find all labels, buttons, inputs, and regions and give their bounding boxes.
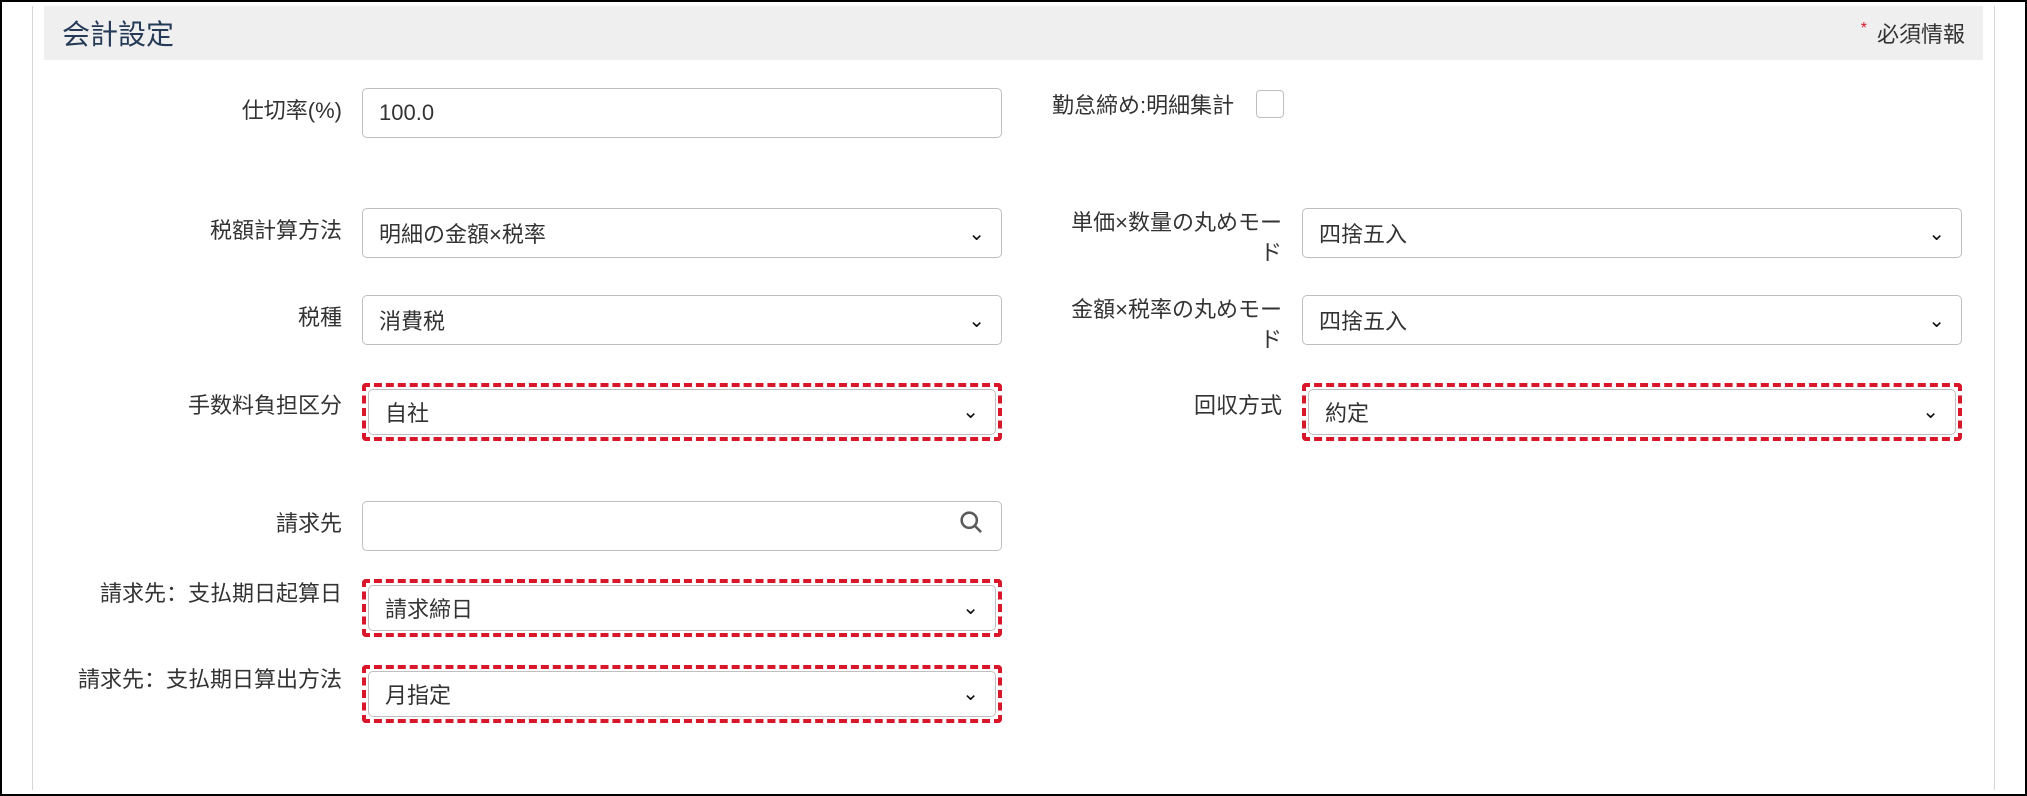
row-fee-collection: 手数料負担区分 自社 ⌄ 回収方式 xyxy=(62,383,1965,441)
label-fee-burden: 手数料負担区分 xyxy=(62,383,362,421)
fee-burden-value: 自社 xyxy=(385,396,429,428)
col-amount-round: 金額×税率の丸めモード 四捨五入 ⌄ xyxy=(1052,295,1965,354)
billing-search[interactable] xyxy=(362,501,1002,551)
required-label: 必須情報 xyxy=(1877,17,1965,49)
due-calc-select[interactable]: 月指定 ⌄ xyxy=(368,671,996,717)
col-fee: 手数料負担区分 自社 ⌄ xyxy=(62,383,1052,441)
highlight-fee-burden: 自社 ⌄ xyxy=(362,383,1002,441)
unit-round-select[interactable]: 四捨五入 ⌄ xyxy=(1302,208,1962,258)
amount-round-select[interactable]: 四捨五入 ⌄ xyxy=(1302,295,1962,345)
chevron-down-icon: ⌄ xyxy=(1928,221,1945,246)
collection-select[interactable]: 約定 ⌄ xyxy=(1308,389,1956,435)
highlight-due-start: 請求締日 ⌄ xyxy=(362,579,1002,637)
required-info: * 必須情報 xyxy=(1861,17,1965,49)
spacer xyxy=(62,441,1965,501)
col-collection: 回収方式 約定 ⌄ xyxy=(1052,383,1965,441)
due-start-value: 請求締日 xyxy=(385,592,473,624)
chevron-down-icon: ⌄ xyxy=(968,221,985,246)
row-billing: 請求先 xyxy=(62,501,1965,551)
control-attendance: 勤怠締め:明細集計 xyxy=(1052,88,1965,120)
col-due-calc: 請求先：支払期日算出方法 月指定 ⌄ xyxy=(62,665,1052,723)
control-commission-rate xyxy=(362,88,1002,138)
settings-panel: 会計設定 * 必須情報 仕切率(%) xyxy=(44,6,1983,723)
due-start-select[interactable]: 請求締日 ⌄ xyxy=(368,585,996,631)
row-tax-calc: 税額計算方法 明細の金額×税率 ⌄ 単価×数量の丸めモード 四捨五入 ⌄ xyxy=(62,208,1965,267)
tax-calc-value: 明細の金額×税率 xyxy=(379,217,546,249)
divider-left xyxy=(32,6,33,790)
section-title: 会計設定 xyxy=(62,13,174,53)
row-due-start: 請求先：支払期日起算日 請求締日 ⌄ xyxy=(62,579,1965,637)
label-collection: 回収方式 xyxy=(1052,383,1302,421)
label-attendance: 勤怠締め:明細集計 xyxy=(1052,88,1234,120)
control-amount-round: 四捨五入 ⌄ xyxy=(1302,295,1962,345)
label-amount-round: 金額×税率の丸めモード xyxy=(1052,295,1302,354)
control-unit-round: 四捨五入 ⌄ xyxy=(1302,208,1962,258)
col-tax-calc: 税額計算方法 明細の金額×税率 ⌄ xyxy=(62,208,1052,258)
label-due-start: 請求先：支払期日起算日 xyxy=(62,579,362,609)
col-commission: 仕切率(%) xyxy=(62,88,1052,138)
label-commission-rate: 仕切率(%) xyxy=(62,88,362,126)
chevron-down-icon: ⌄ xyxy=(962,399,979,424)
label-billing: 請求先 xyxy=(62,501,362,539)
control-collection: 約定 ⌄ xyxy=(1302,383,1962,441)
unit-round-value: 四捨五入 xyxy=(1319,217,1407,249)
chevron-down-icon: ⌄ xyxy=(1922,399,1939,424)
control-fee-burden: 自社 ⌄ xyxy=(362,383,1002,441)
label-tax-calc: 税額計算方法 xyxy=(62,208,362,246)
billing-search-input[interactable] xyxy=(379,513,957,539)
form-area: 仕切率(%) 勤怠締め:明細集計 xyxy=(44,60,1983,723)
row-commission: 仕切率(%) 勤怠締め:明細集計 xyxy=(62,88,1965,138)
col-unit-round: 単価×数量の丸めモード 四捨五入 ⌄ xyxy=(1052,208,1965,267)
row-tax-type: 税種 消費税 ⌄ 金額×税率の丸めモード 四捨五入 ⌄ xyxy=(62,295,1965,354)
chevron-down-icon: ⌄ xyxy=(1928,308,1945,333)
highlight-collection: 約定 ⌄ xyxy=(1302,383,1962,441)
col-billing: 請求先 xyxy=(62,501,1052,551)
tax-type-select[interactable]: 消費税 ⌄ xyxy=(362,295,1002,345)
tax-calc-select[interactable]: 明細の金額×税率 ⌄ xyxy=(362,208,1002,258)
chevron-down-icon: ⌄ xyxy=(968,308,985,333)
tax-type-value: 消費税 xyxy=(379,304,445,336)
attendance-checkbox-field: 勤怠締め:明細集計 xyxy=(1052,88,1965,120)
label-unit-round: 単価×数量の丸めモード xyxy=(1052,208,1302,267)
fee-burden-select[interactable]: 自社 ⌄ xyxy=(368,389,996,435)
divider-right xyxy=(1994,6,1995,790)
control-due-start: 請求締日 ⌄ xyxy=(362,579,1002,637)
col-tax-type: 税種 消費税 ⌄ xyxy=(62,295,1052,345)
row-due-calc: 請求先：支払期日算出方法 月指定 ⌄ xyxy=(62,665,1965,723)
chevron-down-icon: ⌄ xyxy=(962,681,979,706)
commission-rate-input-wrap xyxy=(362,88,1002,138)
search-icon[interactable] xyxy=(957,508,985,543)
col-attendance: 勤怠締め:明細集計 xyxy=(1052,88,1965,120)
asterisk-icon: * xyxy=(1861,21,1867,37)
section-header: 会計設定 * 必須情報 xyxy=(44,6,1983,60)
control-tax-type: 消費税 ⌄ xyxy=(362,295,1002,345)
due-calc-value: 月指定 xyxy=(385,678,451,710)
chevron-down-icon: ⌄ xyxy=(962,595,979,620)
control-tax-calc: 明細の金額×税率 ⌄ xyxy=(362,208,1002,258)
col-due-start: 請求先：支払期日起算日 請求締日 ⌄ xyxy=(62,579,1052,637)
control-billing xyxy=(362,501,1002,551)
label-tax-type: 税種 xyxy=(62,295,362,333)
window-frame: 会計設定 * 必須情報 仕切率(%) xyxy=(0,0,2027,796)
commission-rate-input[interactable] xyxy=(379,100,985,126)
label-due-calc: 請求先：支払期日算出方法 xyxy=(62,665,362,695)
collection-value: 約定 xyxy=(1325,396,1369,428)
attendance-checkbox[interactable] xyxy=(1256,90,1284,118)
control-due-calc: 月指定 ⌄ xyxy=(362,665,1002,723)
amount-round-value: 四捨五入 xyxy=(1319,304,1407,336)
highlight-due-calc: 月指定 ⌄ xyxy=(362,665,1002,723)
